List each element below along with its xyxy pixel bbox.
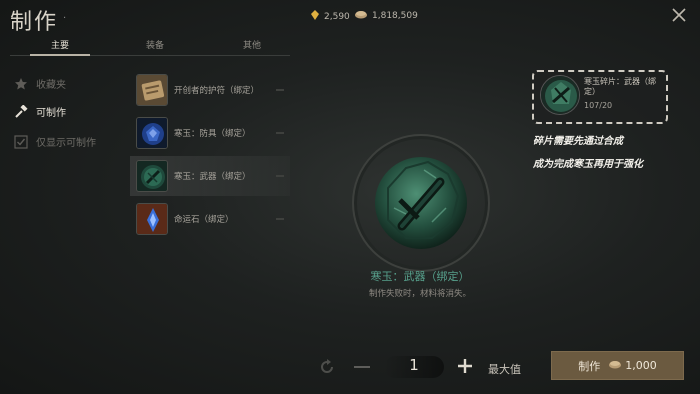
list-item[interactable]: 寒玉：防具（绑定） [130, 113, 290, 153]
list-item[interactable]: 寒玉：武器（绑定） [130, 156, 290, 196]
divider [276, 132, 284, 134]
sidebar-item-label: 收藏夹 [36, 80, 66, 91]
gold-amount: 2,590 [324, 11, 350, 22]
list-item[interactable]: 开创者的护符（绑定） [130, 70, 290, 110]
page-title: 制作 [10, 10, 59, 35]
list-item[interactable]: 命运石（绑定） [130, 199, 290, 239]
material-count: 107/20 [584, 101, 613, 110]
max-button[interactable]: 最大值 [488, 361, 521, 377]
tab-other[interactable]: 其他 [222, 38, 282, 51]
recipe-label: 命运石（绑定） [174, 215, 234, 225]
gold-currency: 2,590 [310, 10, 350, 23]
craft-price: 1,000 [608, 359, 657, 372]
item-name: 寒玉：武器（绑定） [370, 270, 470, 283]
material-name: 寒玉碎片：武器（绑定） [584, 77, 656, 96]
recipe-label: 寒玉：防具（绑定） [174, 129, 251, 139]
charm-item-icon [136, 74, 168, 106]
sidebar-item-craftable[interactable]: 可制作 [14, 103, 66, 119]
craft-cost: 1,000 [625, 359, 657, 372]
jade-fragment-icon [540, 75, 580, 115]
divider [276, 175, 284, 177]
fate-stone-icon [136, 203, 168, 235]
weapon-jade-icon [366, 148, 476, 258]
recipe-label: 寒玉：武器（绑定） [174, 172, 251, 182]
increase-button[interactable] [456, 357, 474, 375]
annotation-line-1: 碎片需要先通过合成 [533, 136, 623, 147]
silver-coins-icon [354, 10, 368, 22]
craft-label: 制作 [578, 359, 601, 373]
sidebar-item-favorites[interactable]: 收藏夹 [14, 76, 66, 91]
sidebar-item-only-craftable[interactable]: 仅显示可制作 [14, 134, 96, 149]
sidebar-item-label: 可制作 [36, 108, 66, 119]
tab-active-underline [30, 54, 90, 56]
divider [276, 218, 284, 220]
item-description: 制作失败时，材料将消失。 [368, 289, 471, 299]
quantity-value[interactable]: 1 [384, 356, 444, 374]
hammer-icon [14, 103, 28, 119]
star-icon [14, 77, 28, 91]
tab-main[interactable]: 主要 [30, 38, 90, 51]
gold-crystal-icon [310, 10, 320, 23]
silver-coins-icon [608, 359, 622, 372]
refresh-icon[interactable] [318, 358, 336, 376]
silver-amount: 1,818,509 [372, 11, 418, 21]
silver-currency: 1,818,509 [354, 10, 418, 22]
annotation-line-2: 成为完成寒玉再用于强化 [533, 159, 643, 170]
sidebar-item-label: 仅显示可制作 [36, 138, 96, 149]
recipe-label: 开创者的护符（绑定） [174, 86, 260, 96]
decrease-button[interactable] [354, 366, 370, 368]
weapon-jade-icon [136, 160, 168, 192]
title-dot: . [63, 10, 67, 21]
close-icon[interactable] [670, 6, 688, 24]
tab-equipment[interactable]: 装备 [125, 38, 185, 51]
craft-button[interactable]: 制作 1,000 [551, 351, 684, 380]
checkbox-icon[interactable] [14, 134, 28, 149]
armor-jade-icon [136, 117, 168, 149]
divider [276, 89, 284, 91]
